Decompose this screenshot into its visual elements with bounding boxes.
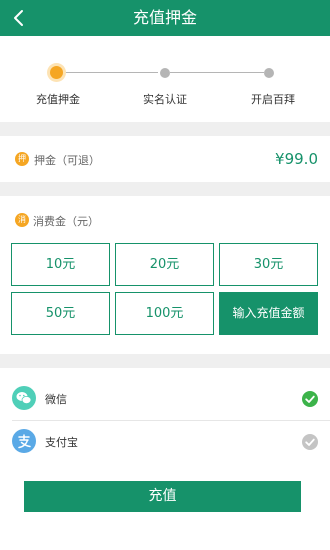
- header-bar: 充值押金: [0, 0, 330, 36]
- deposit-amount: ¥99.0: [275, 150, 318, 168]
- deposit-badge-icon: 押: [15, 152, 29, 166]
- alipay-icon: [12, 429, 36, 453]
- step-label-verify: 实名认证: [143, 93, 187, 106]
- recharge-submit-button[interactable]: 充值: [24, 481, 301, 512]
- amount-option-50[interactable]: 50元: [11, 292, 110, 335]
- step-connector: [170, 72, 264, 73]
- payment-option-alipay[interactable]: 支付宝: [0, 421, 330, 463]
- section-gap: [0, 182, 330, 196]
- amount-option-30[interactable]: 30元: [219, 243, 318, 286]
- step-dot-recharge: [50, 66, 63, 79]
- section-gap: [0, 354, 330, 368]
- progress-steps: 充值押金 实名认证 开启百拜: [0, 36, 330, 122]
- consume-section: 消 消费金（元） 10元 20元 30元 50元 100元 输入充值金额: [0, 196, 330, 354]
- consume-label: 消费金（元）: [33, 215, 99, 228]
- step-dot-open: [264, 68, 274, 78]
- step-label-recharge: 充值押金: [36, 93, 80, 106]
- consume-badge-icon: 消: [15, 213, 29, 227]
- amount-option-100[interactable]: 100元: [115, 292, 214, 335]
- amount-option-10[interactable]: 10元: [11, 243, 110, 286]
- page-title: 充值押金: [132, 8, 197, 27]
- payment-option-wechat[interactable]: 微信: [0, 378, 330, 420]
- deposit-label: 押金（可退）: [34, 154, 100, 167]
- step-label-open: 开启百拜: [251, 93, 295, 106]
- alipay-label: 支付宝: [45, 436, 78, 449]
- check-unselected-icon: [302, 434, 318, 450]
- section-gap: [0, 122, 330, 136]
- wechat-icon: [12, 386, 36, 410]
- deposit-row: 押 押金（可退） ¥99.0: [0, 136, 330, 182]
- step-connector: [63, 72, 158, 73]
- amount-option-20[interactable]: 20元: [115, 243, 214, 286]
- step-dot-verify: [160, 68, 170, 78]
- custom-amount-button[interactable]: 输入充值金额: [219, 292, 318, 335]
- check-selected-icon: [302, 391, 318, 407]
- wechat-label: 微信: [45, 393, 67, 406]
